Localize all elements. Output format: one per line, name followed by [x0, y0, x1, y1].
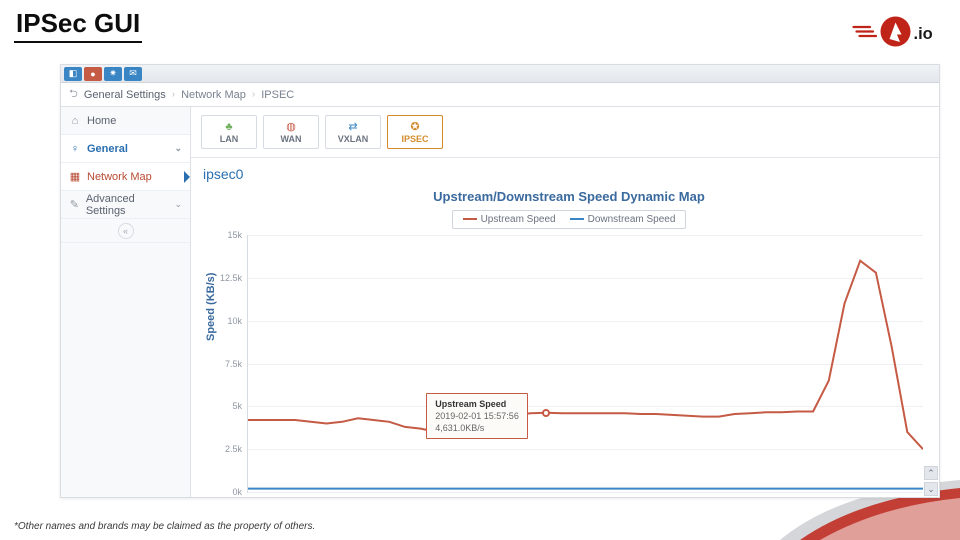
chevron-right-icon: › [252, 89, 255, 100]
ytick-label: 12.5k [220, 273, 248, 283]
breadcrumb-item[interactable]: Network Map [181, 89, 246, 101]
tooltip-title: Upstream Speed [435, 398, 519, 410]
tab-label: IPSEC [401, 134, 428, 144]
app-window: ◧ ● ✷ ✉ ⮌ General Settings › Network Map… [60, 64, 940, 498]
breadcrumb-item[interactable]: IPSEC [261, 89, 294, 101]
dashboard-icon[interactable]: ◧ [64, 67, 82, 81]
sidebar-item-label: General [87, 143, 128, 155]
chat-icon[interactable]: ✉ [124, 67, 142, 81]
brand-logo: .io [852, 12, 942, 52]
scroll-controls: ⌃ ⌄ [924, 466, 938, 496]
sidebar-item-label: Advanced Settings [86, 193, 169, 217]
sidebar-collapse-button[interactable]: « [61, 219, 190, 243]
grid-line [248, 492, 923, 493]
chevron-right-icon: › [172, 89, 175, 100]
chart-tooltip: Upstream Speed2019-02-01 15:57:564,631.0… [426, 393, 528, 439]
sidebar-item-general[interactable]: ♀ General ⌄ [61, 135, 190, 163]
legend-item-downstream: Downstream Speed [570, 214, 676, 225]
swap-icon: ⇄ [348, 120, 357, 133]
tab-wan[interactable]: ◍ WAN [263, 115, 319, 149]
sidebar-item-label: Network Map [87, 171, 152, 183]
ytick-label: 0k [232, 487, 248, 497]
wrench-icon: ✎ [69, 198, 80, 211]
breadcrumb-item[interactable]: General Settings [84, 89, 166, 101]
breadcrumb: ⮌ General Settings › Network Map › IPSEC [61, 83, 939, 107]
tab-lan[interactable]: ♣ LAN [201, 115, 257, 149]
link-icon: ✪ [410, 120, 419, 133]
tab-label: WAN [281, 134, 302, 144]
globe-icon: ◍ [286, 120, 296, 133]
tab-bar: ♣ LAN ◍ WAN ⇄ VXLAN ✪ IPSEC [191, 107, 939, 158]
chart-legend: Upstream Speed Downstream Speed [452, 210, 687, 229]
chevron-down-icon: ⌄ [174, 143, 182, 154]
legend-item-upstream: Upstream Speed [463, 214, 556, 225]
chart-marker [542, 409, 550, 417]
chip-icon: ▦ [69, 170, 81, 183]
gear-icon[interactable]: ✷ [104, 67, 122, 81]
scroll-up-icon[interactable]: ⌃ [924, 466, 938, 480]
chevron-down-icon: ⌄ [174, 199, 182, 210]
tooltip-value: 4,631.0KB/s [435, 422, 519, 434]
sidebar-item-network-map[interactable]: ▦ Network Map [61, 163, 190, 191]
interface-name: ipsec0 [191, 158, 939, 182]
ytick-label: 5k [232, 401, 248, 411]
sidebar-item-home[interactable]: ⌂ Home [61, 107, 190, 135]
bulb-icon: ♀ [69, 143, 81, 155]
globe-icon[interactable]: ● [84, 67, 102, 81]
main-panel: ♣ LAN ◍ WAN ⇄ VXLAN ✪ IPSEC ipsec0 Sp [191, 107, 939, 497]
scroll-down-icon[interactable]: ⌄ [924, 482, 938, 496]
tab-label: LAN [220, 134, 239, 144]
sidebar: ⌂ Home ♀ General ⌄ ▦ Network Map ✎ Advan… [61, 107, 191, 497]
tab-vxlan[interactable]: ⇄ VXLAN [325, 115, 381, 149]
header-launcher: ◧ ● ✷ ✉ [61, 65, 939, 83]
chart: Speed (KB/s) Upstream/Downstream Speed D… [209, 189, 929, 493]
sitemap-icon: ♣ [225, 121, 232, 133]
ytick-label: 7.5k [225, 359, 248, 369]
chart-title: Upstream/Downstream Speed Dynamic Map [209, 189, 929, 204]
ytick-label: 15k [227, 230, 248, 240]
tooltip-timestamp: 2019-02-01 15:57:56 [435, 410, 519, 422]
chart-plot-area[interactable]: 0k2.5k5k7.5k10k12.5k15kUpstream Speed201… [247, 235, 923, 493]
chart-ylabel: Speed (KB/s) [205, 273, 217, 341]
home-icon: ⌂ [69, 115, 81, 127]
footnote: *Other names and brands may be claimed a… [14, 521, 315, 532]
ytick-label: 2.5k [225, 444, 248, 454]
page-title: IPSec GUI [14, 8, 142, 43]
sidebar-item-label: Home [87, 115, 116, 127]
ytick-label: 10k [227, 316, 248, 326]
sidebar-item-advanced[interactable]: ✎ Advanced Settings ⌄ [61, 191, 190, 219]
logo-suffix: .io [914, 25, 933, 43]
breadcrumb-back-icon[interactable]: ⮌ [69, 85, 78, 104]
tab-ipsec[interactable]: ✪ IPSEC [387, 115, 443, 149]
tab-label: VXLAN [338, 134, 369, 144]
